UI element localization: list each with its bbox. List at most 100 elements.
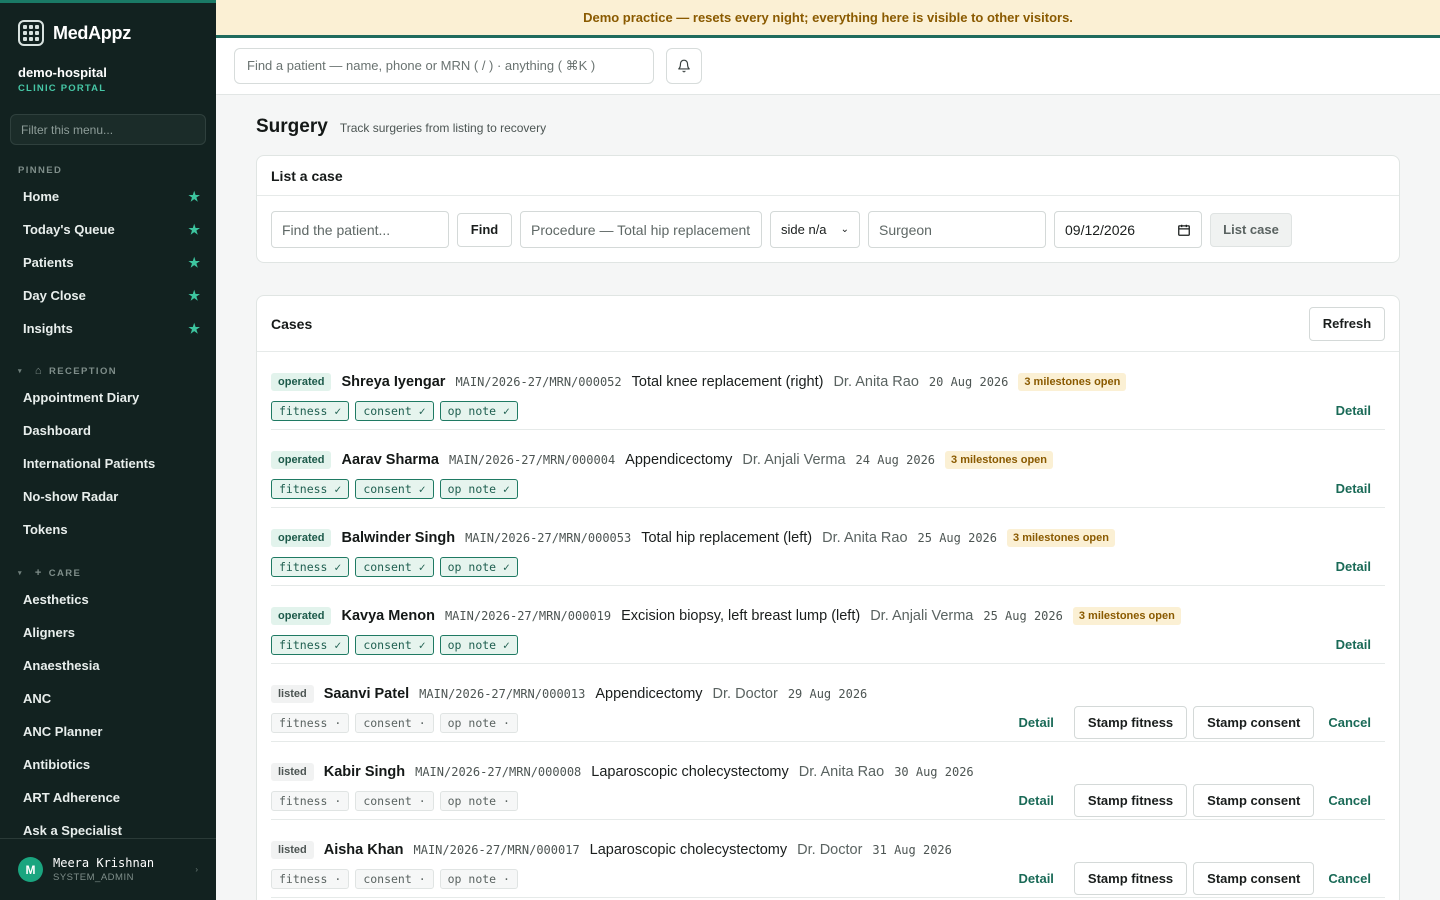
- cancel-case-link[interactable]: Cancel: [1314, 715, 1385, 730]
- detail-link[interactable]: Detail: [1005, 715, 1068, 730]
- detail-link[interactable]: Detail: [1005, 793, 1068, 808]
- patient-mrn: MAIN/2026-27/MRN/000053: [465, 531, 632, 545]
- patient-mrn: MAIN/2026-27/MRN/000052: [455, 375, 622, 389]
- sidebar-item-antibiotics[interactable]: Antibiotics: [0, 748, 216, 781]
- cancel-case-link[interactable]: Cancel: [1314, 793, 1385, 808]
- sidebar-item-no-show-radar[interactable]: No-show Radar: [0, 480, 216, 513]
- section-label-pinned: PINNED: [18, 165, 63, 176]
- surgeon-input[interactable]: Surgeon: [868, 211, 1046, 248]
- stamp-consent-button[interactable]: Stamp consent: [1193, 862, 1315, 895]
- milestone-chip: op note ✓: [439, 635, 518, 655]
- patient-name[interactable]: Saanvi Patel: [324, 686, 409, 702]
- patient-name[interactable]: Balwinder Singh: [341, 530, 455, 546]
- date-input[interactable]: 09/12/2026: [1054, 211, 1202, 248]
- section-toggle-reception[interactable]: ▾ ⌂ RECEPTION: [0, 365, 216, 377]
- surgery-date: 25 Aug 2026: [983, 609, 1063, 623]
- cancel-case-link[interactable]: Cancel: [1314, 871, 1385, 886]
- detail-link[interactable]: Detail: [1322, 481, 1385, 496]
- list-case-button[interactable]: List case: [1210, 212, 1292, 247]
- sidebar-item-label: Tokens: [23, 522, 68, 537]
- patient-mrn: MAIN/2026-27/MRN/000004: [449, 453, 616, 467]
- milestone-chip: fitness ✓: [271, 479, 350, 499]
- milestone-chip: consent ✓: [355, 401, 434, 421]
- milestones-badge: 3 milestones open: [1007, 529, 1115, 547]
- global-search-input[interactable]: Find a patient — name, phone or MRN ( / …: [234, 48, 654, 84]
- sidebar-item-international-patients[interactable]: International Patients: [0, 447, 216, 480]
- sidebar-item-aesthetics[interactable]: Aesthetics: [0, 583, 216, 616]
- patient-name[interactable]: Kavya Menon: [341, 608, 434, 624]
- procedure-input[interactable]: Procedure — Total hip replacement: [520, 211, 762, 248]
- cases-title: Cases: [271, 315, 313, 332]
- sidebar-item-appointment-diary[interactable]: Appointment Diary: [0, 381, 216, 414]
- star-icon[interactable]: ★: [188, 321, 200, 337]
- milestone-chip: consent ·: [355, 713, 434, 733]
- sidebar-item-today-s-queue[interactable]: Today's Queue ★: [0, 213, 216, 246]
- sidebar-item-anc-planner[interactable]: ANC Planner: [0, 715, 216, 748]
- menu-filter-input[interactable]: Filter this menu...: [10, 114, 206, 145]
- surgeon-name: Dr. Anita Rao: [822, 530, 908, 546]
- patient-name[interactable]: Kabir Singh: [324, 764, 405, 780]
- stamp-consent-button[interactable]: Stamp consent: [1193, 706, 1315, 739]
- sidebar-item-patients[interactable]: Patients ★: [0, 246, 216, 279]
- status-badge: listed: [271, 685, 314, 703]
- procedure-name: Excision biopsy, left breast lump (left): [621, 608, 861, 624]
- stamp-fitness-button[interactable]: Stamp fitness: [1073, 706, 1188, 739]
- org-name: demo-hospital: [18, 65, 107, 80]
- sidebar-item-label: Antibiotics: [23, 757, 91, 772]
- milestones-badge: 3 milestones open: [1018, 373, 1127, 391]
- milestone-chip: op note ·: [439, 869, 518, 889]
- surgeon-name: Dr. Doctor: [712, 686, 778, 702]
- section-toggle-care[interactable]: ▾ + CARE: [0, 567, 216, 579]
- row-actions: Detail: [1322, 472, 1385, 505]
- user-name: Meera Krishnan: [53, 856, 155, 870]
- notifications-button[interactable]: [666, 48, 702, 84]
- surgery-date: 30 Aug 2026: [894, 765, 974, 779]
- case-summary: operated Shreya Iyengar MAIN/2026-27/MRN/0…: [271, 373, 1127, 391]
- user-menu[interactable]: M Meera Krishnan SYSTEM_ADMIN ›: [0, 838, 216, 900]
- section-label-reception: RECEPTION: [48, 365, 117, 377]
- sidebar-item-home[interactable]: Home ★: [0, 180, 216, 213]
- procedure-name: Appendicectomy: [595, 686, 703, 702]
- sidebar-item-aligners[interactable]: Aligners: [0, 616, 216, 649]
- milestone-chip: op note ✓: [439, 557, 518, 577]
- milestone-chip: op note ·: [439, 713, 518, 733]
- find-patient-button[interactable]: Find: [457, 212, 512, 247]
- caret-icon: ▾: [18, 368, 23, 375]
- detail-link[interactable]: Detail: [1322, 403, 1385, 418]
- patient-name[interactable]: Shreya Iyengar: [341, 374, 445, 390]
- stamp-fitness-button[interactable]: Stamp fitness: [1073, 862, 1188, 895]
- patient-search-input[interactable]: Find the patient...: [271, 211, 449, 248]
- sidebar-item-insights[interactable]: Insights ★: [0, 312, 216, 345]
- sidebar-item-art-adherence[interactable]: ART Adherence: [0, 781, 216, 814]
- stamp-fitness-button[interactable]: Stamp fitness: [1073, 784, 1188, 817]
- patient-name[interactable]: Aarav Sharma: [341, 452, 439, 468]
- detail-link[interactable]: Detail: [1322, 559, 1385, 574]
- sidebar-item-dashboard[interactable]: Dashboard: [0, 414, 216, 447]
- detail-link[interactable]: Detail: [1005, 871, 1068, 886]
- page-header: Surgery Track surgeries from listing to …: [256, 116, 546, 138]
- side-select-value: side n/a: [781, 222, 827, 237]
- row-actions: Detail Stamp fitness Stamp consent Cancel: [1005, 862, 1385, 895]
- milestones-badge: 3 milestones open: [945, 451, 1054, 469]
- star-icon[interactable]: ★: [188, 255, 200, 271]
- case-row: listed Kabir Singh MAIN/2026-27/MRN/000008…: [271, 742, 1385, 820]
- patient-name[interactable]: Aisha Khan: [324, 842, 404, 858]
- surgeon-name: Dr. Anjali Verma: [742, 452, 846, 468]
- bell-icon: [678, 59, 690, 73]
- sidebar-item-tokens[interactable]: Tokens: [0, 513, 216, 546]
- star-icon[interactable]: ★: [188, 288, 200, 304]
- plus-icon: +: [34, 567, 43, 579]
- sidebar-item-day-close[interactable]: Day Close ★: [0, 279, 216, 312]
- milestone-chip: fitness ·: [271, 713, 350, 733]
- star-icon[interactable]: ★: [188, 222, 200, 238]
- star-icon[interactable]: ★: [188, 189, 200, 205]
- org-switcher[interactable]: demo-hospital CLINIC PORTAL: [0, 59, 216, 94]
- brand[interactable]: MedAppz: [0, 7, 216, 59]
- sidebar-item-anaesthesia[interactable]: Anaesthesia: [0, 649, 216, 682]
- sidebar-item-label: Dashboard: [23, 423, 91, 438]
- refresh-button[interactable]: Refresh: [1309, 306, 1385, 341]
- stamp-consent-button[interactable]: Stamp consent: [1193, 784, 1315, 817]
- side-select[interactable]: side n/a ⌄: [770, 211, 860, 248]
- detail-link[interactable]: Detail: [1322, 637, 1385, 652]
- sidebar-item-anc[interactable]: ANC: [0, 682, 216, 715]
